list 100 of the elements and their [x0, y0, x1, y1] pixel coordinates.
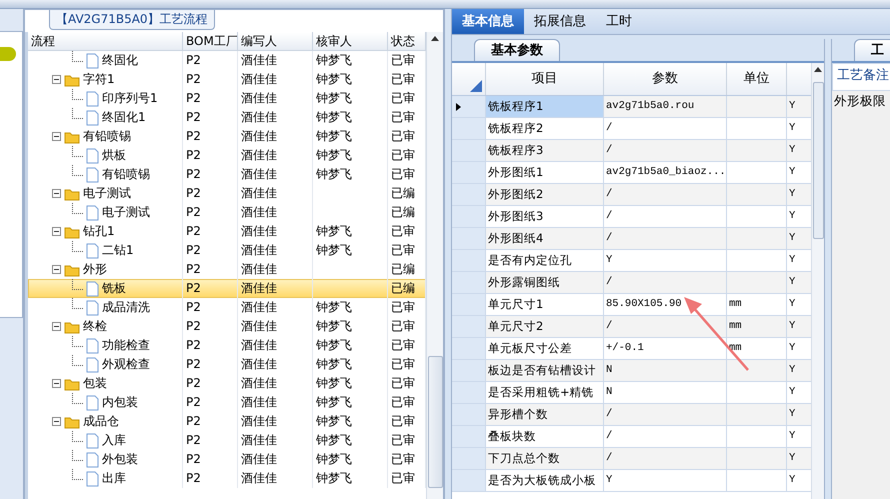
- table-cell: 钟梦飞: [313, 146, 388, 165]
- collapse-icon[interactable]: [52, 322, 61, 331]
- table-cell: 钟梦飞: [313, 336, 388, 355]
- table-cell: 异形槽个数: [486, 404, 604, 426]
- row-selector[interactable]: [452, 96, 486, 118]
- tree-row[interactable]: 成品清洗 P2 酒佳佳 钟梦飞 已审: [28, 298, 426, 317]
- table-cell: 酒佳佳: [238, 374, 313, 393]
- tree-row[interactable]: 钻孔1 P2 酒佳佳 钟梦飞 已审: [28, 222, 426, 241]
- file-icon: [86, 242, 99, 258]
- table-cell: 酒佳佳: [238, 298, 313, 317]
- table-cell: 酒佳佳: [238, 203, 313, 222]
- tree-label: 终固化1: [102, 109, 146, 126]
- tree-row[interactable]: 有铅喷锡 P2 酒佳佳 钟梦飞 已审: [28, 165, 426, 184]
- file-icon: [86, 110, 99, 126]
- file-icon: [86, 90, 99, 106]
- tree-row[interactable]: 电子测试 P2 酒佳佳 已编: [28, 184, 426, 203]
- tab[interactable]: 工时: [596, 9, 642, 34]
- scroll-up-icon[interactable]: [814, 67, 822, 72]
- tree-row[interactable]: 外包装 P2 酒佳佳 钟梦飞 已审: [28, 450, 426, 469]
- collapse-icon[interactable]: [52, 265, 61, 274]
- scroll-thumb[interactable]: [428, 356, 442, 488]
- tree-label: 印序列号1: [102, 90, 158, 107]
- column-header[interactable]: BOM工厂: [183, 32, 238, 50]
- tree-label: 钻孔1: [83, 223, 115, 240]
- tree-row[interactable]: 印序列号1 P2 酒佳佳 钟梦飞 已审: [28, 89, 426, 108]
- tree-row[interactable]: 终固化1 P2 酒佳佳 钟梦飞 已审: [28, 108, 426, 127]
- table-cell: /: [604, 448, 727, 470]
- tree-row[interactable]: 入库 P2 酒佳佳 钟梦飞 已审: [28, 431, 426, 450]
- collapse-icon[interactable]: [52, 379, 61, 388]
- file-icon: [86, 356, 99, 372]
- tree-row[interactable]: 铣板 P2 酒佳佳 已编: [28, 279, 426, 298]
- table-cell: P2: [183, 203, 238, 222]
- tree-row[interactable]: 成品仓 P2 酒佳佳 钟梦飞 已审: [28, 412, 426, 431]
- table-cell: 酒佳佳: [238, 336, 313, 355]
- current-row-icon: [456, 102, 461, 110]
- table-cell: P2: [183, 241, 238, 260]
- table-cell: [727, 448, 787, 470]
- column-header[interactable]: 编写人: [238, 32, 313, 50]
- tree-row[interactable]: 出库 P2 酒佳佳 钟梦飞 已审: [28, 469, 426, 488]
- collapse-icon[interactable]: [52, 227, 61, 236]
- table-cell: P2: [183, 222, 238, 241]
- column-header[interactable]: 核审人: [313, 32, 388, 50]
- table-cell: P2: [183, 355, 238, 374]
- collapse-icon[interactable]: [52, 189, 61, 198]
- tree-row[interactable]: 包装 P2 酒佳佳 钟梦飞 已审: [28, 374, 426, 393]
- column-header[interactable]: 流程: [28, 32, 183, 50]
- tree-row[interactable]: 电子测试 P2 酒佳佳 已编: [28, 203, 426, 222]
- tree-label: 外包装: [102, 451, 138, 468]
- tab[interactable]: 基本信息: [452, 9, 524, 34]
- tab[interactable]: 拓展信息: [524, 9, 596, 34]
- tree-row[interactable]: 有铅喷锡 P2 酒佳佳 钟梦飞 已审: [28, 127, 426, 146]
- table-cell: /: [604, 228, 727, 250]
- tree-label: 终固化: [102, 52, 138, 69]
- table-cell: Y: [787, 96, 811, 118]
- table-cell: 单元尺寸2: [486, 316, 604, 338]
- collapse-icon[interactable]: [52, 417, 61, 426]
- table-cell: 铣板程序3: [486, 140, 604, 162]
- file-icon: [86, 148, 99, 164]
- tree-label: 外观检查: [102, 356, 150, 373]
- tab[interactable]: 基本参数: [474, 39, 560, 61]
- table-cell: av2g71b5a0.rou: [604, 96, 727, 118]
- tree-row[interactable]: 功能检查 P2 酒佳佳 钟梦飞 已审: [28, 336, 426, 355]
- table-cell: /: [604, 404, 727, 426]
- scrollbar[interactable]: [426, 32, 443, 499]
- collapse-icon[interactable]: [52, 75, 61, 84]
- table-cell: P2: [183, 336, 238, 355]
- tree-label: 烘板: [102, 147, 126, 164]
- file-icon: [86, 394, 99, 410]
- column-header[interactable]: 参数: [604, 63, 727, 95]
- table-cell: 酒佳佳: [238, 279, 313, 298]
- table-cell: 钟梦飞: [313, 412, 388, 431]
- table-cell: Y: [787, 360, 811, 382]
- tree-label: 终检: [83, 318, 107, 335]
- tree-row[interactable]: 内包装 P2 酒佳佳 钟梦飞 已审: [28, 393, 426, 412]
- scroll-thumb[interactable]: [812, 82, 824, 239]
- column-header[interactable]: 单位: [727, 63, 787, 95]
- note-text: 外形极限: [834, 93, 886, 108]
- tree-row[interactable]: 二钻1 P2 酒佳佳 钟梦飞 已审: [28, 241, 426, 260]
- table-cell: P2: [183, 393, 238, 412]
- column-header[interactable]: 工艺备注: [832, 63, 890, 91]
- tree-row[interactable]: 烘板 P2 酒佳佳 钟梦飞 已审: [28, 146, 426, 165]
- scrollbar[interactable]: [811, 63, 824, 499]
- table-cell: 酒佳佳: [238, 450, 313, 469]
- table-cell: 钟梦飞: [313, 431, 388, 450]
- tree-row[interactable]: 外观检查 P2 酒佳佳 钟梦飞 已审: [28, 355, 426, 374]
- tab[interactable]: 工: [854, 39, 890, 61]
- table-cell: mm: [727, 316, 787, 338]
- table-cell: P2: [183, 469, 238, 488]
- tree-row[interactable]: 字符1 P2 酒佳佳 钟梦飞 已审: [28, 70, 426, 89]
- tree-row[interactable]: 终固化 P2 酒佳佳 钟梦飞 已审: [28, 51, 426, 70]
- table-cell: 外形露铜图纸: [486, 272, 604, 294]
- tree-row[interactable]: 终检 P2 酒佳佳 钟梦飞 已审: [28, 317, 426, 336]
- table-cell: 钟梦飞: [313, 355, 388, 374]
- column-header[interactable]: 项目: [486, 63, 604, 95]
- table-cell: P2: [183, 51, 238, 70]
- table-cell: 钟梦飞: [313, 469, 388, 488]
- collapse-icon[interactable]: [52, 132, 61, 141]
- scroll-up-icon[interactable]: [431, 36, 439, 41]
- table-cell: [727, 272, 787, 294]
- table-cell: P2: [183, 70, 238, 89]
